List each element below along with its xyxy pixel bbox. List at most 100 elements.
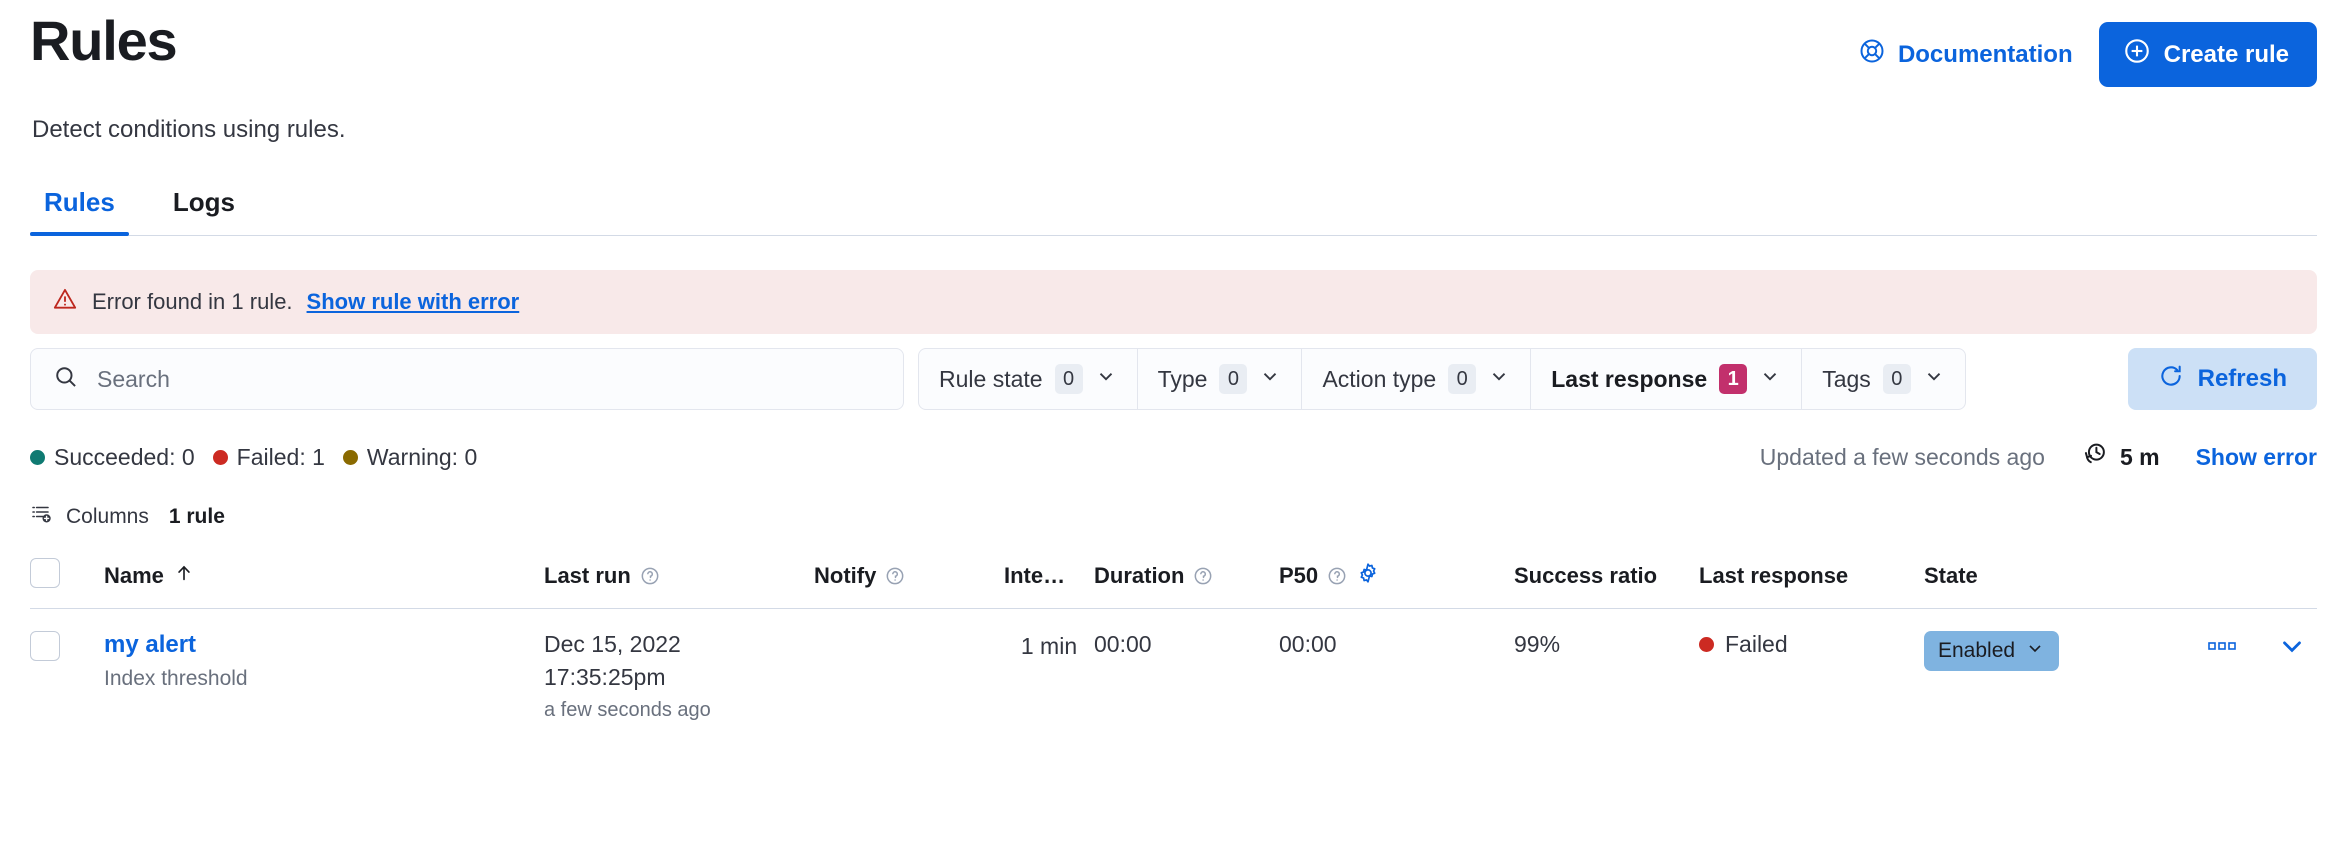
columns-icon[interactable]: [30, 502, 54, 532]
header-last-run-label: Last run: [544, 563, 631, 589]
select-all-header: [30, 548, 104, 609]
chevron-down-icon: [1095, 365, 1117, 393]
status-failed-label: Failed: 1: [237, 444, 325, 471]
refresh-button[interactable]: Refresh: [2128, 348, 2317, 410]
header-p50[interactable]: P50: [1279, 548, 1514, 609]
page-title: Rules: [30, 8, 177, 74]
filter-type[interactable]: Type 0: [1138, 349, 1303, 409]
plus-circle-icon: [2123, 37, 2151, 72]
search-input[interactable]: [95, 365, 881, 394]
last-run-time: 17:35:25pm: [544, 664, 814, 691]
select-all-checkbox[interactable]: [30, 558, 60, 588]
row-last-response-cell: Failed: [1699, 609, 1924, 737]
page-subtitle: Detect conditions using rules.: [32, 115, 2317, 145]
help-circle-icon[interactable]: [1327, 566, 1347, 586]
filter-action-type-count: 0: [1448, 364, 1476, 394]
status-dot-succeeded: [30, 450, 45, 465]
header-last-response[interactable]: Last response: [1699, 548, 1924, 609]
header-success-ratio-label: Success ratio: [1514, 563, 1657, 589]
refresh-interval-control[interactable]: 5 m: [2081, 440, 2160, 474]
search-icon: [53, 364, 79, 395]
error-banner-message: Error found in 1 rule.: [92, 289, 293, 315]
header-duration[interactable]: Duration: [1094, 548, 1279, 609]
status-succeeded-label: Succeeded: 0: [54, 444, 195, 471]
table-row: my alert Index threshold Dec 15, 2022 17…: [30, 609, 2317, 737]
create-rule-label: Create rule: [2164, 41, 2289, 69]
filter-action-type-label: Action type: [1322, 366, 1436, 393]
filter-rule-state-count: 0: [1055, 364, 1083, 394]
header-state-label: State: [1924, 563, 1978, 589]
filter-rule-state[interactable]: Rule state 0: [919, 349, 1138, 409]
tab-bar: Rules Logs: [30, 187, 2317, 236]
warning-triangle-icon: [52, 286, 78, 318]
filter-type-label: Type: [1158, 366, 1208, 393]
header-actions: Documentation Create rule: [1858, 8, 2317, 87]
header-name-label: Name: [104, 563, 164, 589]
documentation-link[interactable]: Documentation: [1858, 37, 2073, 72]
create-rule-button[interactable]: Create rule: [2099, 22, 2317, 87]
last-run-date: Dec 15, 2022: [544, 631, 814, 658]
chevron-down-icon: [1759, 365, 1781, 393]
filter-tags-label: Tags: [1822, 366, 1871, 393]
status-warning-label: Warning: 0: [367, 444, 477, 471]
filter-tags[interactable]: Tags 0: [1802, 349, 1965, 409]
last-run-relative: a few seconds ago: [544, 699, 814, 722]
filter-bar: Rule state 0 Type 0 Action type 0: [30, 348, 2317, 410]
filter-last-response-label: Last response: [1551, 366, 1707, 393]
refresh-label: Refresh: [2198, 365, 2287, 393]
state-label: Enabled: [1938, 639, 2015, 663]
row-checkbox[interactable]: [30, 631, 60, 661]
sort-ascending-icon: [173, 562, 195, 590]
state-dropdown[interactable]: Enabled: [1924, 631, 2059, 671]
header-name[interactable]: Name: [104, 548, 544, 609]
row-interval-cell: 1 min: [1004, 609, 1094, 737]
last-response-dot: [1699, 637, 1714, 652]
updated-text: Updated a few seconds ago: [1760, 444, 2045, 471]
help-circle-icon[interactable]: [885, 566, 905, 586]
columns-label[interactable]: Columns: [66, 505, 149, 529]
header-notify[interactable]: Notify: [814, 548, 1004, 609]
help-circle-icon[interactable]: [1193, 566, 1213, 586]
rules-page: Rules Documentation: [0, 0, 2347, 860]
search-box[interactable]: [30, 348, 904, 410]
header-duration-label: Duration: [1094, 563, 1184, 589]
table-header-row: Name Last run: [30, 548, 2317, 609]
chevron-down-icon: [1923, 365, 1945, 393]
show-rule-with-error-link[interactable]: Show rule with error: [307, 289, 520, 315]
row-success-ratio-cell: 99%: [1514, 609, 1699, 737]
clock-refresh-icon: [2081, 440, 2109, 474]
tab-logs[interactable]: Logs: [159, 187, 249, 235]
table-body: my alert Index threshold Dec 15, 2022 17…: [30, 609, 2317, 737]
row-state-cell: Enabled: [1924, 609, 2169, 737]
header-state[interactable]: State: [1924, 548, 2169, 609]
row-more-actions-button[interactable]: [2207, 639, 2237, 653]
header-notify-label: Notify: [814, 563, 876, 589]
filter-last-response[interactable]: Last response 1: [1531, 349, 1802, 409]
status-summary-row: Succeeded: 0 Failed: 1 Warning: 0 Update…: [30, 440, 2317, 474]
chevron-down-icon: [1259, 365, 1281, 393]
status-counts: Succeeded: 0 Failed: 1 Warning: 0: [30, 444, 489, 471]
row-notify-cell: [814, 609, 1004, 737]
row-last-run-cell: Dec 15, 2022 17:35:25pm a few seconds ag…: [544, 609, 814, 737]
documentation-label: Documentation: [1898, 41, 2073, 69]
status-warning: Warning: 0: [343, 444, 477, 471]
status-dot-warning: [343, 450, 358, 465]
header-last-run[interactable]: Last run: [544, 548, 814, 609]
page-header: Rules Documentation: [30, 0, 2317, 87]
show-error-link[interactable]: Show error: [2196, 444, 2317, 471]
lifebuoy-icon: [1858, 37, 1886, 72]
filter-action-type[interactable]: Action type 0: [1302, 349, 1531, 409]
help-circle-icon[interactable]: [640, 566, 660, 586]
filter-group: Rule state 0 Type 0 Action type 0: [918, 348, 1966, 410]
rule-name-link[interactable]: my alert: [104, 631, 544, 659]
header-actions: [2169, 548, 2317, 609]
tab-rules[interactable]: Rules: [30, 187, 129, 235]
refresh-icon: [2158, 363, 2184, 396]
header-interval[interactable]: Inte…: [1004, 548, 1094, 609]
status-failed: Failed: 1: [213, 444, 325, 471]
status-dot-failed: [213, 450, 228, 465]
header-success-ratio[interactable]: Success ratio: [1514, 548, 1699, 609]
columns-row: Columns 1 rule: [30, 502, 2317, 532]
percentile-settings-gear-icon[interactable]: [1356, 561, 1380, 591]
row-expand-button[interactable]: [2277, 631, 2307, 661]
